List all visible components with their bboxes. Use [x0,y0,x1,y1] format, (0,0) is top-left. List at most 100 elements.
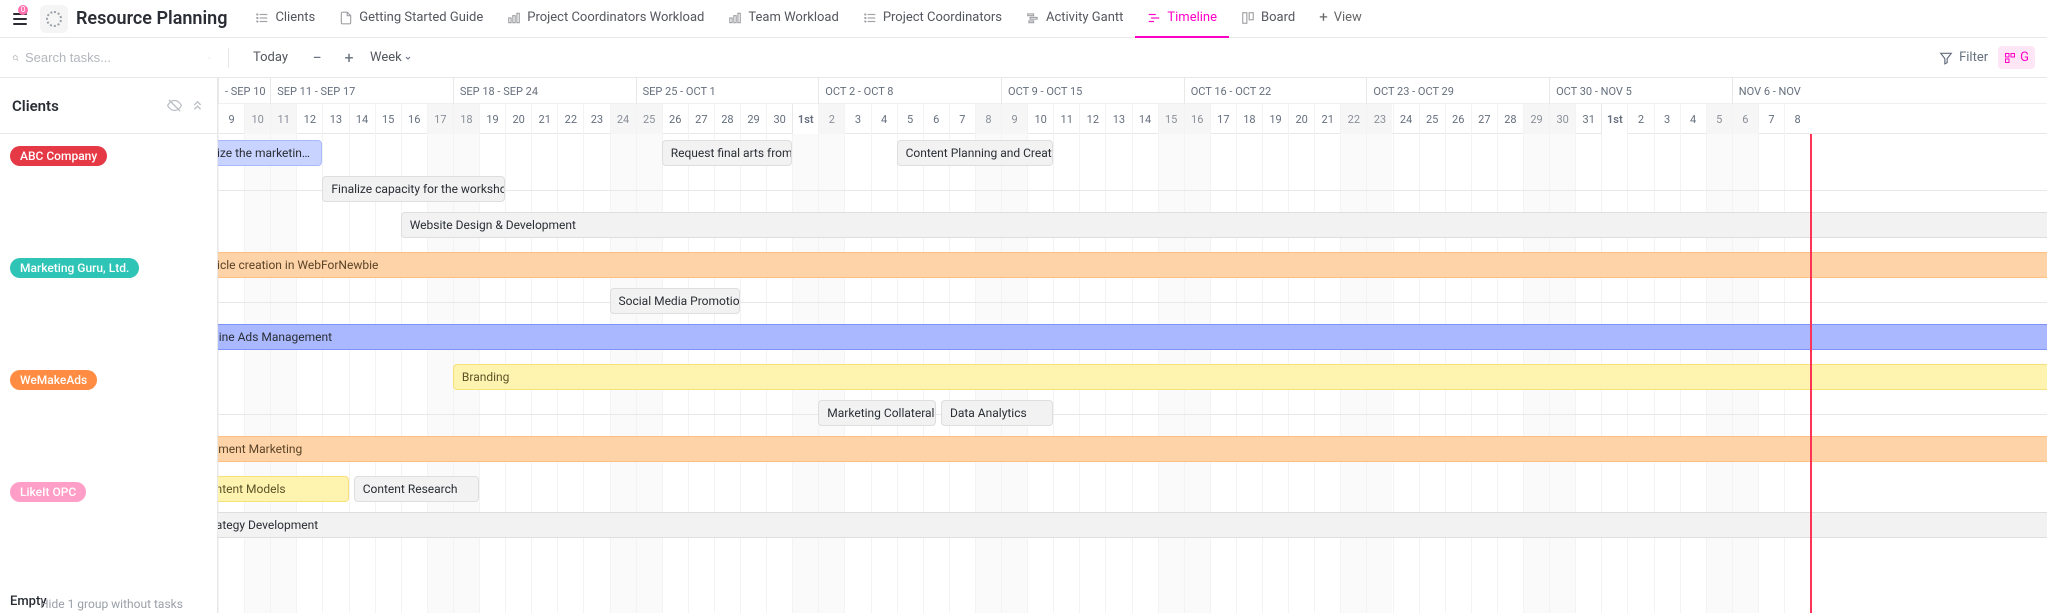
day-cell[interactable]: 8 [1784,104,1810,134]
day-cell[interactable]: 9 [1001,104,1027,134]
task-bar[interactable]: Request final arts from… [662,140,793,166]
day-cell[interactable]: 29 [1523,104,1549,134]
day-cell[interactable]: 21 [1314,104,1340,134]
task-bar[interactable]: nalize the marketin… [218,140,322,166]
space-icon[interactable] [40,5,68,33]
day-cell[interactable]: 11 [270,104,296,134]
tab-getting-started-guide[interactable]: Getting Started Guide [327,0,495,38]
day-cell[interactable]: 18 [453,104,479,134]
zoom-in-button[interactable]: + [338,47,360,69]
task-bar[interactable]: Moment Marketing [218,436,2047,462]
zoom-out-button[interactable]: − [306,47,328,69]
day-cell[interactable]: 28 [714,104,740,134]
task-bar[interactable]: Website Design & Development [401,212,2047,238]
day-cell[interactable]: 20 [1288,104,1314,134]
task-bar[interactable]: Article creation in WebForNewbie [218,252,2047,278]
group-pill[interactable]: WeMakeAds [10,370,97,390]
day-cell[interactable]: 6 [923,104,949,134]
day-cell[interactable]: 20 [505,104,531,134]
search-input[interactable] [25,50,201,65]
day-cell[interactable]: 3 [844,104,870,134]
day-cell[interactable]: 22 [1340,104,1366,134]
day-cell[interactable]: 30 [1549,104,1575,134]
task-bar[interactable]: Data Analytics [941,400,1053,426]
chevron-down-icon[interactable] [207,53,212,63]
tab-team-workload[interactable]: Team Workload [716,0,850,38]
task-bar[interactable]: Branding [453,364,2047,390]
day-cell[interactable]: 15 [1158,104,1184,134]
day-cell[interactable]: 15 [375,104,401,134]
day-cell[interactable]: 26 [662,104,688,134]
tab-project-coordinators[interactable]: Project Coordinators [851,0,1014,38]
tab-clients[interactable]: Clients [243,0,327,38]
day-cell[interactable]: 30 [766,104,792,134]
filter-button[interactable]: Filter [1939,50,1988,65]
day-cell[interactable]: 2 [1627,104,1653,134]
day-cell[interactable]: 29 [740,104,766,134]
day-cell[interactable]: 12 [1079,104,1105,134]
day-cell[interactable]: 25 [636,104,662,134]
eye-off-icon[interactable] [167,98,182,113]
task-bar[interactable]: Online Ads Management [218,324,2047,350]
day-cell[interactable]: 19 [1262,104,1288,134]
day-cell[interactable]: 17 [427,104,453,134]
task-bar[interactable]: Marketing Collaterals [818,400,935,426]
day-cell[interactable]: 18 [1236,104,1262,134]
group-pill[interactable]: LikeIt OPC [10,482,86,502]
day-cell[interactable]: 5 [1706,104,1732,134]
tab-timeline[interactable]: Timeline [1135,0,1229,38]
day-cell[interactable]: 26 [1445,104,1471,134]
group-pill[interactable]: ABC Company [10,146,107,166]
hidden-groups-hint[interactable]: Hide 1 group without tasks [40,597,183,611]
zoom-level-dropdown[interactable]: Week [370,50,412,65]
tab-project-coordinators-workload[interactable]: Project Coordinators Workload [495,0,716,38]
day-cell[interactable]: 21 [531,104,557,134]
day-cell[interactable]: 24 [610,104,636,134]
day-cell[interactable]: 11 [1053,104,1079,134]
day-cell[interactable]: 7 [949,104,975,134]
day-cell[interactable]: 23 [1366,104,1392,134]
day-cell[interactable]: 14 [349,104,375,134]
day-cell[interactable]: 5 [897,104,923,134]
day-cell[interactable]: 13 [322,104,348,134]
day-cell[interactable]: 2 [818,104,844,134]
tab-board[interactable]: Board [1229,0,1307,38]
day-cell[interactable]: 7 [1758,104,1784,134]
day-cell[interactable]: 16 [401,104,427,134]
day-cell[interactable]: 19 [479,104,505,134]
day-cell[interactable]: 16 [1184,104,1210,134]
day-cell[interactable]: 23 [583,104,609,134]
today-button[interactable]: Today [245,46,296,69]
menu-button[interactable]: 0 [8,7,32,31]
group-pill[interactable]: Marketing Guru, Ltd. [10,258,139,278]
task-bar[interactable]: Finalize capacity for the workshop [322,176,505,202]
day-cell[interactable]: 10 [1027,104,1053,134]
day-cell[interactable]: 6 [1732,104,1758,134]
day-cell[interactable]: 22 [557,104,583,134]
day-cell[interactable]: 4 [1680,104,1706,134]
grid-body[interactable]: nalize the marketin… Request final arts f… [218,134,2047,613]
collapse-icon[interactable] [190,98,205,113]
day-cell[interactable]: 12 [296,104,322,134]
day-cell[interactable]: 1st [1601,104,1627,134]
day-cell[interactable]: 14 [1132,104,1158,134]
day-cell[interactable]: 1st [792,104,818,134]
day-cell[interactable]: 10 [244,104,270,134]
task-bar[interactable]: Strategy Development [218,512,2047,538]
day-cell[interactable]: 3 [1654,104,1680,134]
task-bar[interactable]: Content Research [354,476,479,502]
day-cell[interactable]: 24 [1393,104,1419,134]
day-cell[interactable]: 4 [871,104,897,134]
day-cell[interactable]: 28 [1497,104,1523,134]
add-view-button[interactable]: +View [1307,0,1374,38]
day-cell[interactable]: 25 [1419,104,1445,134]
day-cell[interactable]: 31 [1575,104,1601,134]
day-cell[interactable]: 13 [1105,104,1131,134]
day-cell[interactable]: 27 [688,104,714,134]
day-cell[interactable]: 9 [218,104,244,134]
task-bar[interactable]: Social Media Promotion [610,288,741,314]
day-cell[interactable]: 8 [975,104,1001,134]
tab-activity-gantt[interactable]: Activity Gantt [1014,0,1135,38]
task-bar[interactable]: Content Planning and Creation fo… [897,140,1054,166]
group-button[interactable]: G [1998,46,2035,69]
